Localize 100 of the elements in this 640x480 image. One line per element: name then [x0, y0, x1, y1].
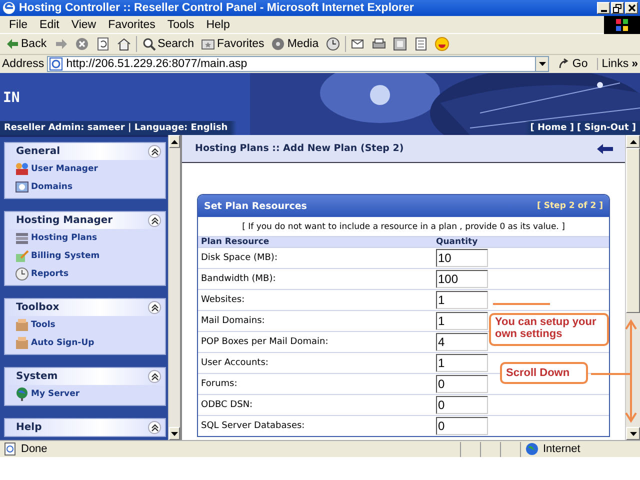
sidebar-link[interactable]: Auto Sign-Up [15, 334, 165, 352]
windows-logo-icon [615, 18, 629, 32]
section-title: System [16, 371, 58, 382]
scroll-thumb[interactable] [626, 148, 640, 313]
scroll-down-button[interactable] [626, 427, 640, 440]
globe-icon [15, 387, 29, 401]
search-button[interactable]: Search [140, 37, 196, 51]
chevron-up-icon [150, 372, 158, 380]
print-button[interactable] [370, 37, 388, 51]
address-field[interactable]: http://206.51.229.26:8077/main.asp [47, 56, 536, 72]
panel-title: Set Plan Resources [204, 200, 307, 212]
menu-item[interactable]: Edit [34, 18, 66, 30]
section-title: Hosting Manager [16, 215, 113, 226]
input-field[interactable]: 1 [436, 354, 488, 372]
page-icon [3, 442, 17, 456]
scroll-up-button[interactable] [626, 135, 640, 148]
sidebar-link[interactable]: Billing System [15, 247, 165, 265]
window-icon [15, 180, 29, 194]
favorites-button[interactable]: Favorites [199, 37, 266, 51]
refresh-icon [96, 37, 110, 51]
leader-line [591, 373, 630, 375]
dropdown-button[interactable] [535, 56, 550, 72]
sidebar-link[interactable]: My Server [15, 385, 165, 403]
address-label: Address [2, 58, 44, 70]
close-button[interactable] [625, 2, 638, 14]
input-field[interactable]: 1 [436, 291, 488, 309]
input-field[interactable]: 0 [436, 417, 488, 435]
home-icon [116, 37, 131, 51]
browser-icon [2, 1, 16, 15]
section-title: Help [16, 422, 42, 433]
collapse-button[interactable] [148, 421, 161, 434]
window-title: Hosting Controller :: Reseller Control Panel - Microsoft Internet Explorer [19, 2, 415, 14]
search-icon [142, 37, 156, 51]
chevron-up-icon [150, 148, 158, 156]
sidebar-link[interactable]: Hosting Plans [15, 229, 165, 247]
stop-icon [74, 37, 89, 51]
history-button[interactable] [324, 37, 342, 51]
sidebar-link[interactable]: Domains [15, 178, 165, 196]
status-text: Done [21, 443, 48, 455]
input-field[interactable]: 10 [436, 249, 488, 267]
field-label: POP Boxes per Mail Domain: [200, 337, 330, 347]
mail-icon [350, 37, 365, 51]
go-button[interactable]: Go [552, 58, 594, 70]
input-field[interactable]: 100 [436, 270, 488, 288]
sidebar-link[interactable]: Tools [15, 316, 165, 334]
page-title: Hosting Plans :: Add New Plan (Step 2) [195, 143, 404, 154]
sidebar-link[interactable]: User Manager [15, 160, 165, 178]
caret-icon [538, 62, 546, 66]
history-icon [326, 37, 340, 51]
nav-link[interactable]: [ Home ] [530, 123, 574, 133]
step-indicator: [ Step 2 of 2 ] [537, 201, 603, 211]
input-field[interactable]: 0 [436, 396, 488, 414]
field-label: ODBC DSN: [200, 400, 254, 410]
globe-icon [525, 442, 539, 456]
column-header: Quantity [435, 237, 479, 247]
field-label: SQL Server Databases: [200, 421, 306, 431]
clock-icon [15, 267, 29, 281]
links-button[interactable]: Links [596, 58, 629, 70]
back-arrow-icon[interactable] [597, 144, 613, 154]
back-arrow-icon [5, 37, 19, 51]
scrollbar[interactable] [625, 135, 640, 440]
field-label: User Accounts: [200, 358, 270, 368]
edit-button[interactable] [390, 37, 409, 51]
scroll-up-button[interactable] [169, 135, 180, 148]
callout: Scroll Down [500, 362, 588, 384]
back-button[interactable]: Back [3, 37, 49, 51]
input-field[interactable]: 0 [436, 375, 488, 393]
close-icon [628, 4, 636, 12]
menu-item[interactable]: View [65, 18, 102, 30]
chevron-up-icon [150, 424, 158, 432]
messenger-button[interactable] [432, 37, 451, 51]
collapse-button[interactable] [148, 370, 161, 383]
nav-link[interactable]: [ Sign-Out ] [576, 123, 636, 133]
down-arrow-icon [171, 432, 178, 436]
minimize-button[interactable] [597, 2, 610, 14]
scrollbar[interactable] [168, 135, 180, 440]
collapse-button[interactable] [148, 145, 161, 158]
menu-item[interactable]: File [3, 18, 34, 30]
chevron-up-icon [150, 216, 158, 224]
restore-button[interactable] [611, 2, 624, 14]
up-arrow-icon [171, 140, 178, 144]
menu-item[interactable]: Help [200, 18, 236, 30]
down-arrow-icon [630, 432, 636, 436]
collapse-button[interactable] [148, 301, 161, 314]
menu-item[interactable]: Favorites [102, 18, 162, 30]
input-field[interactable]: 4 [436, 333, 488, 351]
media-button[interactable]: Media [269, 37, 321, 51]
menu-item[interactable]: Tools [161, 18, 200, 30]
scroll-down-button[interactable] [169, 427, 180, 440]
callout: You can setup your own settings [489, 313, 609, 346]
more-links-button[interactable]: » [632, 58, 638, 70]
smiley-icon [434, 37, 449, 51]
forward-arrow-icon [54, 37, 68, 51]
logo-text: IN [3, 90, 20, 106]
field-label: Forums: [200, 379, 238, 389]
collapse-button[interactable] [148, 214, 161, 227]
sidebar-link[interactable]: Reports [15, 265, 165, 283]
section-title: General [16, 146, 60, 157]
input-field[interactable]: 1 [436, 312, 488, 330]
instruction-text: [ If you do not want to include a resource in a plan , provide 0 as its value. ] [241, 221, 566, 234]
